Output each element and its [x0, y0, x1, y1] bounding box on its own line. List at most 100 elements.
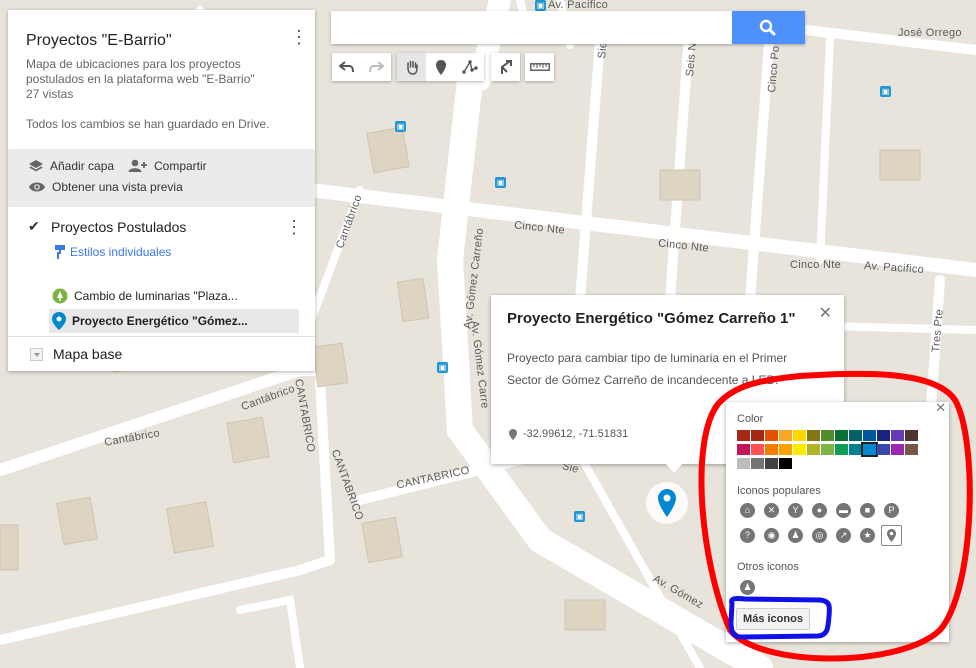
bus-stop-icon[interactable]: ▣: [395, 121, 406, 132]
bus-stop-icon[interactable]: ▣: [495, 177, 506, 188]
color-swatch[interactable]: [835, 430, 848, 441]
directions-button[interactable]: [491, 53, 520, 81]
paint-roller-icon: [55, 245, 65, 259]
home-icon[interactable]: ⌂: [740, 503, 755, 518]
measure-toolbar: [525, 53, 554, 81]
search-button[interactable]: [732, 11, 805, 44]
restaurant-icon[interactable]: ✕: [764, 503, 779, 518]
pin-icon[interactable]: [881, 525, 902, 546]
color-swatch[interactable]: [737, 430, 750, 441]
bus-stop-icon[interactable]: ▣: [535, 0, 546, 11]
preview-label: Obtener una vista previa: [52, 180, 183, 194]
measure-button[interactable]: [525, 53, 554, 81]
map-description[interactable]: Mapa de ubicaciones para los proyectos p…: [26, 57, 276, 102]
color-swatch[interactable]: [863, 430, 876, 441]
save-status: Todos los cambios se han guardado en Dri…: [26, 117, 270, 131]
color-swatch[interactable]: [821, 430, 834, 441]
undo-icon: [338, 61, 354, 73]
color-swatch[interactable]: [793, 444, 806, 455]
draw-line-button[interactable]: [455, 53, 484, 81]
color-swatch[interactable]: [779, 458, 792, 469]
polyline-icon: [461, 60, 478, 74]
basemap-toggle[interactable]: Mapa base: [30, 346, 122, 362]
preview-button[interactable]: Obtener una vista previa: [28, 180, 183, 194]
feature-label: Proyecto Energético "Gómez...: [72, 314, 248, 328]
more-icons-button[interactable]: Más iconos: [736, 608, 810, 630]
hand-icon: [406, 60, 418, 75]
redo-button[interactable]: [361, 53, 390, 81]
bus-stop-icon[interactable]: ▣: [437, 362, 448, 373]
color-swatch[interactable]: [807, 430, 820, 441]
share-button[interactable]: Compartir: [128, 159, 207, 173]
color-swatch[interactable]: [849, 444, 862, 455]
pan-button[interactable]: [397, 53, 426, 81]
shopping-icon[interactable]: ■: [860, 503, 875, 518]
color-swatch[interactable]: [891, 430, 904, 441]
camera-icon[interactable]: ◉: [764, 528, 779, 543]
color-swatch[interactable]: [737, 458, 750, 469]
search-input[interactable]: [331, 11, 731, 44]
eye-icon: [29, 182, 45, 192]
chevron-down-icon: [30, 347, 43, 361]
street-label: Av. Pacifico: [548, 0, 609, 11]
color-swatch[interactable]: [751, 430, 764, 441]
chat-icon[interactable]: ●: [812, 503, 827, 518]
parking-icon[interactable]: P: [884, 503, 899, 518]
popular-icons-label: Iconos populares: [737, 485, 821, 497]
basemap-label: Mapa base: [53, 346, 123, 362]
color-swatch[interactable]: [765, 430, 778, 441]
color-swatch[interactable]: [891, 444, 904, 455]
layer-visibility-checkbox[interactable]: ✔: [28, 219, 41, 233]
popup-title[interactable]: Proyecto Energético "Gómez Carreño 1": [507, 310, 795, 327]
color-swatch[interactable]: [905, 430, 918, 441]
popup-description[interactable]: Proyecto para cambiar tipo de luminaria …: [507, 347, 797, 391]
popup-tail: [665, 463, 683, 473]
undo-button[interactable]: [332, 53, 361, 81]
bus-stop-icon[interactable]: ▣: [880, 86, 891, 97]
add-person-icon: [128, 159, 147, 172]
add-layer-button[interactable]: Añadir capa: [28, 159, 114, 173]
color-swatch[interactable]: [877, 444, 890, 455]
layer-name[interactable]: Proyectos Postulados: [51, 219, 186, 235]
color-swatch[interactable]: [779, 430, 792, 441]
map-options-menu-icon[interactable]: ⋮: [290, 28, 308, 47]
other-icon-person[interactable]: ♟: [740, 580, 755, 595]
color-swatch[interactable]: [861, 442, 878, 457]
run-icon[interactable]: ↗: [836, 528, 851, 543]
park-marker-icon: [52, 288, 68, 304]
color-swatch[interactable]: [737, 444, 750, 455]
bus-stop-icon[interactable]: ▣: [574, 511, 585, 522]
color-swatch[interactable]: [765, 444, 778, 455]
bar-icon[interactable]: Y: [788, 503, 803, 518]
color-swatch[interactable]: [849, 430, 862, 441]
close-icon[interactable]: ✕: [819, 303, 832, 323]
bike-icon[interactable]: ◎: [812, 528, 827, 543]
color-swatch[interactable]: [751, 444, 764, 455]
individual-styles-link[interactable]: Estilos individuales: [55, 245, 171, 259]
feature-item-selected[interactable]: Proyecto Energético "Gómez...: [49, 309, 299, 333]
map-title[interactable]: Proyectos "E-Barrio": [26, 32, 172, 50]
help-icon[interactable]: ?: [740, 528, 755, 543]
star-icon[interactable]: ★: [860, 528, 875, 543]
color-swatch[interactable]: [807, 444, 820, 455]
color-swatch[interactable]: [793, 430, 806, 441]
color-swatch[interactable]: [751, 458, 764, 469]
walk-icon[interactable]: ♟: [788, 528, 803, 543]
color-swatch[interactable]: [779, 444, 792, 455]
hotel-icon[interactable]: ▬: [836, 503, 851, 518]
map-pin-icon: [658, 489, 676, 517]
feature-item[interactable]: Cambio de luminarias "Plaza...: [49, 284, 299, 308]
close-icon[interactable]: ✕: [935, 400, 946, 416]
directions-icon: [500, 60, 512, 74]
undo-redo-toolbar: [332, 53, 391, 81]
selected-marker[interactable]: [646, 482, 688, 524]
color-swatch[interactable]: [877, 430, 890, 441]
layer-options-menu-icon[interactable]: ⋮: [285, 218, 303, 237]
color-swatch[interactable]: [765, 458, 778, 469]
add-marker-button[interactable]: [426, 53, 455, 81]
color-swatch[interactable]: [905, 444, 918, 455]
add-layer-label: Añadir capa: [50, 159, 115, 173]
panel-actions: Añadir capa Compartir Obtener una vista …: [8, 149, 315, 207]
color-swatch[interactable]: [821, 444, 834, 455]
color-swatch[interactable]: [835, 444, 848, 455]
